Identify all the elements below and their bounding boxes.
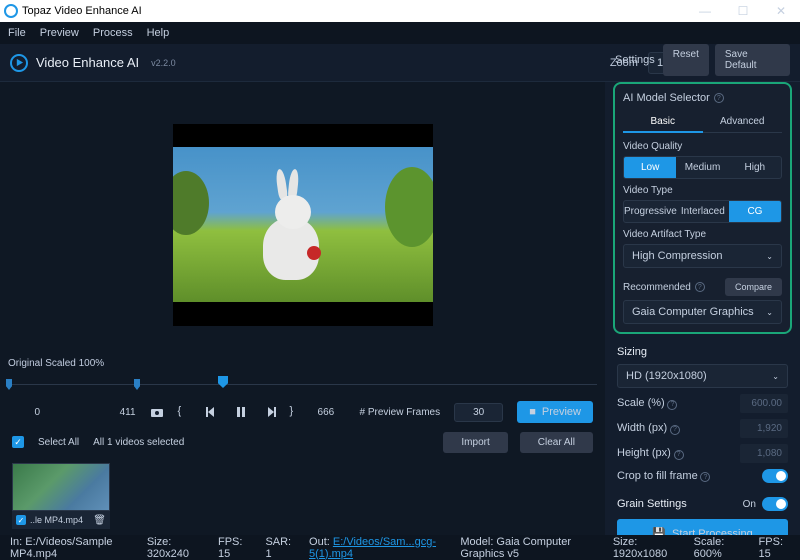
select-all-label: Select All (38, 437, 79, 448)
video-icon: ■ (529, 406, 536, 418)
grain-title: Grain Settings (617, 498, 687, 510)
video-thumbnails: ✓ ..le MP4.mp4 🗑 (0, 457, 605, 535)
prev-frame-icon[interactable] (206, 405, 220, 419)
status-size: Size: 320x240 (147, 536, 202, 560)
artifact-type-label: Video Artifact Type (623, 229, 782, 240)
quality-medium[interactable]: Medium (676, 157, 728, 178)
menu-help[interactable]: Help (147, 27, 170, 39)
status-size2: Size: 1920x1080 (613, 536, 678, 560)
preview-frames-value[interactable]: 30 (454, 403, 503, 422)
sizing-section: Sizing HD (1920x1080)⌄ Scale (%) ?600.00… (605, 340, 800, 495)
timeline[interactable] (0, 373, 605, 397)
grain-toggle[interactable] (762, 497, 788, 511)
app-icon (4, 4, 18, 18)
menu-preview[interactable]: Preview (40, 27, 79, 39)
status-fps: FPS: 15 (218, 536, 249, 560)
scaled-label: Original Scaled 100% (0, 354, 605, 373)
menu-file[interactable]: File (8, 27, 26, 39)
video-type-label: Video Type (623, 185, 782, 196)
clear-all-button[interactable]: Clear All (520, 432, 593, 453)
thumb-filename: ..le MP4.mp4 (30, 515, 83, 525)
artifact-type-dropdown[interactable]: High Compression⌄ (623, 244, 782, 268)
sizing-title: Sizing (617, 346, 788, 358)
logo-icon (10, 54, 28, 72)
video-type-selector: Progressive Interlaced CG (623, 200, 782, 223)
type-cg[interactable]: CG (729, 201, 781, 222)
recommended-label: Recommended (623, 282, 691, 293)
maximize-button[interactable]: ☐ (728, 0, 758, 22)
panel-title: AI Model Selector (623, 92, 710, 104)
select-all-checkbox[interactable]: ✓ (12, 436, 24, 448)
status-scale: Scale: 600% (694, 536, 743, 560)
chevron-down-icon: ⌄ (766, 252, 773, 261)
frame-end: 666 (318, 407, 346, 418)
menu-process[interactable]: Process (93, 27, 133, 39)
mark-out-icon[interactable]: } (290, 405, 304, 419)
help-icon[interactable]: ? (714, 93, 724, 103)
video-quality-selector: Low Medium High (623, 156, 782, 179)
status-sar: SAR: 1 (265, 536, 293, 560)
help-icon[interactable]: ? (695, 282, 705, 292)
height-value[interactable]: 1,080 (740, 444, 788, 463)
selection-row: ✓ Select All All 1 videos selected Impor… (0, 427, 605, 457)
window-titlebar: Topaz Video Enhance AI — ☐ ✕ (0, 0, 800, 22)
close-button[interactable]: ✕ (766, 0, 796, 22)
frame-start: 0 (12, 407, 40, 418)
pause-icon[interactable] (234, 405, 248, 419)
next-frame-icon[interactable] (262, 405, 276, 419)
playback-controls: 0 411 { } 666 # Preview Frames 30 ■Previ… (0, 397, 605, 427)
compare-button[interactable]: Compare (725, 278, 782, 296)
in-out-range[interactable] (8, 381, 138, 388)
status-fps2: FPS: 15 (759, 536, 790, 560)
recommended-dropdown[interactable]: Gaia Computer Graphics⌄ (623, 300, 782, 324)
window-title: Topaz Video Enhance AI (22, 5, 142, 17)
frame-current: 411 (108, 407, 136, 418)
video-frame[interactable] (173, 124, 433, 326)
quality-low[interactable]: Low (624, 157, 676, 178)
type-progressive[interactable]: Progressive (624, 201, 677, 222)
preview-frames-label: # Preview Frames (360, 407, 441, 418)
playhead[interactable] (218, 376, 228, 388)
preview-area (0, 82, 605, 354)
sizing-preset-dropdown[interactable]: HD (1920x1080)⌄ (617, 364, 788, 388)
ai-model-selector-panel: AI Model Selector? Basic Advanced Video … (613, 82, 792, 334)
status-model: Model: Gaia Computer Graphics v5 (460, 536, 596, 560)
trash-icon[interactable]: 🗑 (93, 515, 106, 526)
scale-value[interactable]: 600.00 (740, 394, 788, 413)
help-icon[interactable]: ? (700, 472, 710, 482)
app-version: v2.2.0 (151, 58, 176, 68)
quality-high[interactable]: High (729, 157, 781, 178)
app-title: Video Enhance AI (36, 55, 139, 70)
status-bar: In: E:/Videos/Sample MP4.mp4 Size: 320x2… (0, 535, 800, 560)
help-icon[interactable]: ? (670, 425, 680, 435)
help-icon[interactable]: ? (674, 450, 684, 460)
chevron-down-icon: ⌄ (772, 372, 779, 381)
tab-advanced[interactable]: Advanced (703, 112, 783, 133)
grain-settings-row: Grain Settings On (605, 495, 800, 513)
thumb-checkbox[interactable]: ✓ (16, 515, 26, 525)
type-interlaced[interactable]: Interlaced (677, 201, 729, 222)
preview-button[interactable]: ■Preview (517, 401, 593, 423)
tab-basic[interactable]: Basic (623, 112, 703, 133)
width-value[interactable]: 1,920 (740, 419, 788, 438)
settings-label: Settings (615, 54, 655, 66)
chevron-down-icon: ⌄ (766, 308, 773, 317)
save-default-button[interactable]: Save Default (715, 44, 790, 76)
video-quality-label: Video Quality (623, 141, 782, 152)
camera-icon[interactable] (150, 405, 164, 419)
help-icon[interactable]: ? (667, 400, 677, 410)
video-thumb[interactable]: ✓ ..le MP4.mp4 🗑 (12, 463, 110, 529)
minimize-button[interactable]: — (690, 0, 720, 22)
crop-toggle[interactable] (762, 469, 788, 483)
selection-count: All 1 videos selected (93, 437, 184, 448)
status-in: E:/Videos/Sample MP4.mp4 (10, 536, 113, 560)
reset-button[interactable]: Reset (663, 44, 709, 76)
menu-bar: File Preview Process Help (0, 22, 800, 44)
import-button[interactable]: Import (443, 432, 507, 453)
mark-in-icon[interactable]: { (178, 405, 192, 419)
